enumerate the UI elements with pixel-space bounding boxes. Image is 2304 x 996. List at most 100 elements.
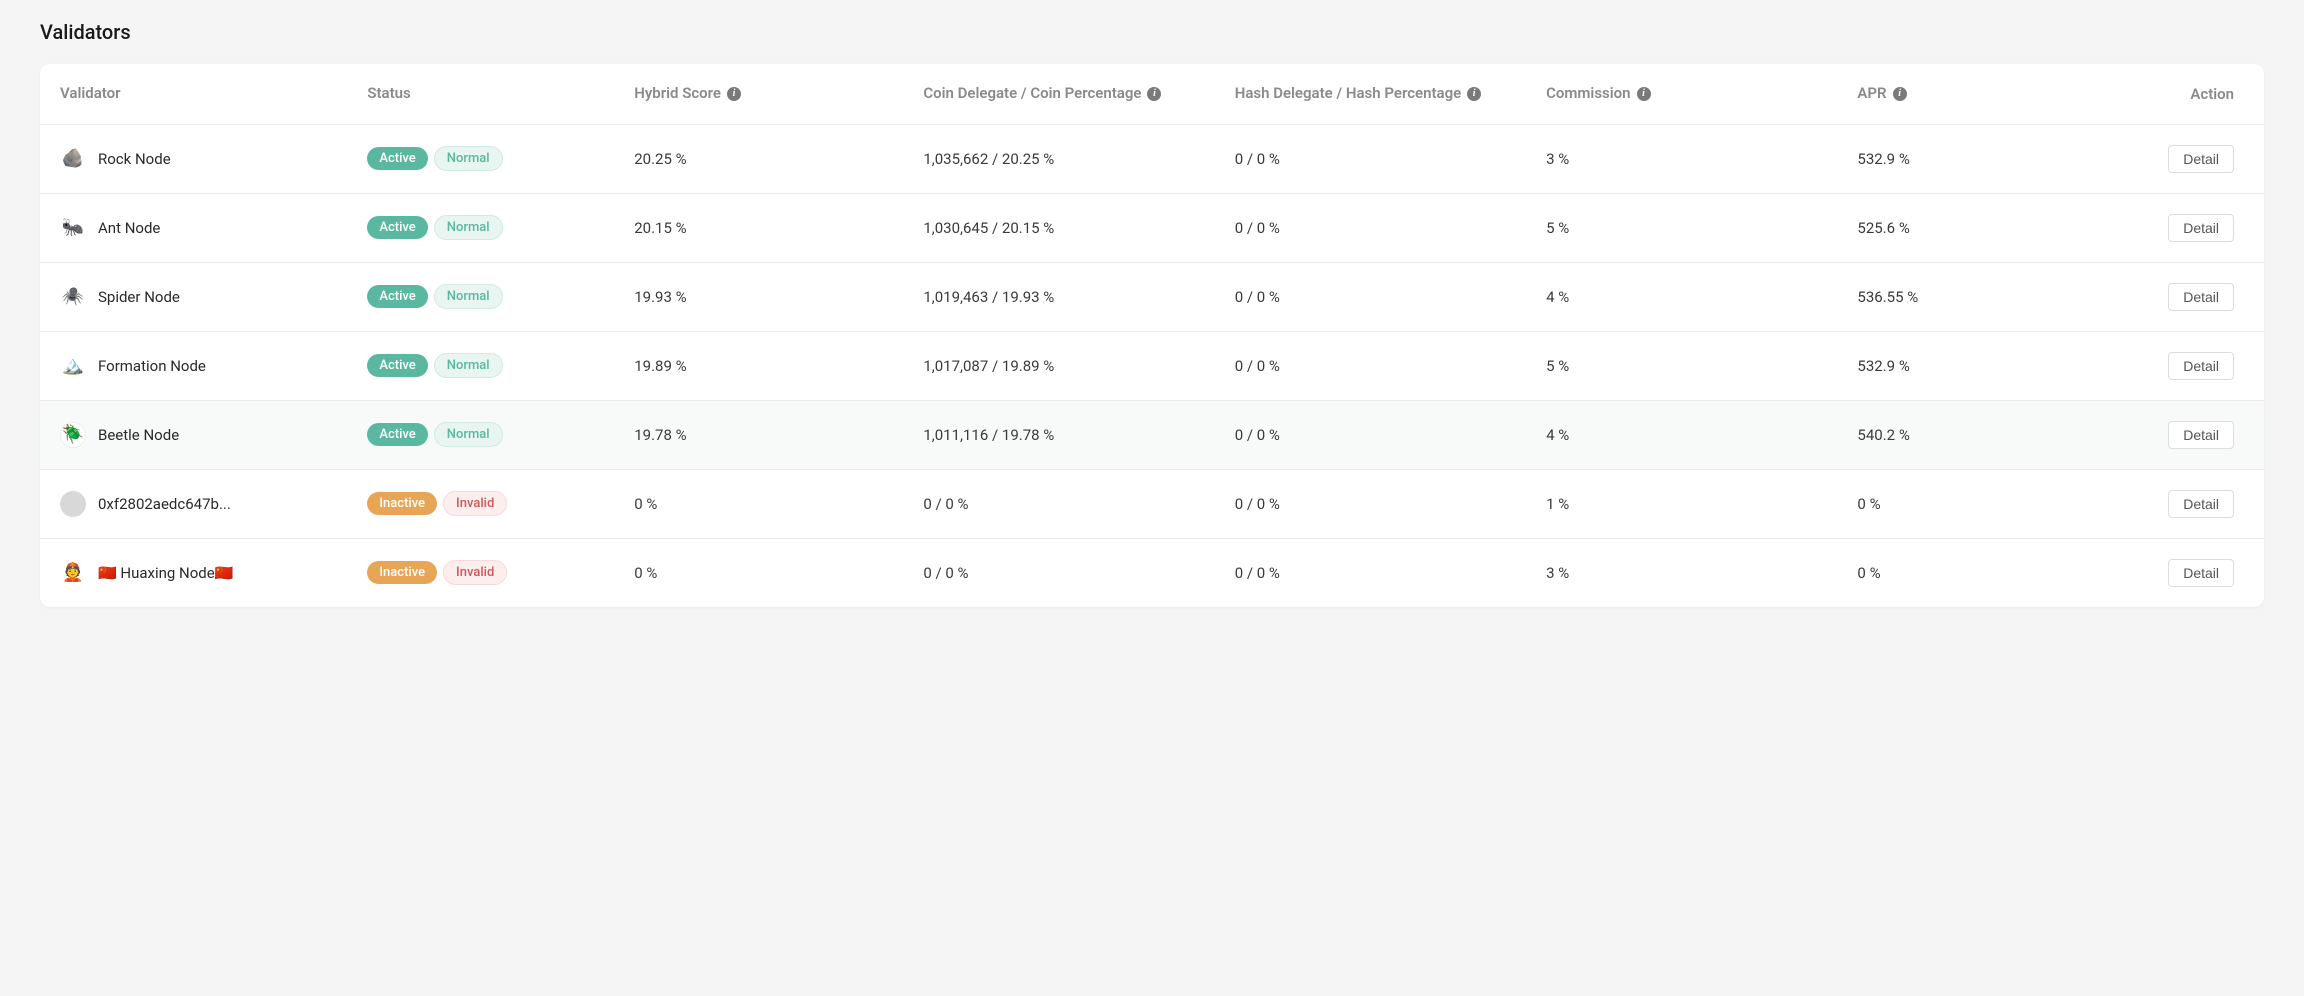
commission-cell: 5 %: [1530, 193, 1841, 262]
status-cell: ActiveNormal: [351, 331, 618, 400]
sub-status-badge: Normal: [434, 284, 503, 309]
header-status: Status: [351, 64, 618, 124]
validator-icon: 👲: [60, 560, 86, 586]
header-apr: APR i: [1841, 64, 2108, 124]
status-badge: Inactive: [367, 561, 437, 584]
hybrid-score-cell: 0 %: [618, 469, 907, 538]
commission-cell: 4 %: [1530, 400, 1841, 469]
sub-status-badge: Invalid: [443, 491, 507, 516]
table-row: 0xf2802aedc647b...InactiveInvalid0 %0 / …: [40, 469, 2264, 538]
validator-cell: 0xf2802aedc647b...: [40, 469, 351, 538]
validator-name: 0xf2802aedc647b...: [98, 495, 231, 513]
header-status-label: Status: [367, 84, 410, 104]
table-row: 🐜Ant NodeActiveNormal20.15 %1,030,645 / …: [40, 193, 2264, 262]
coin-delegate-cell: 1,030,645 / 20.15 %: [907, 193, 1218, 262]
status-cell: Inactive Invalid: [351, 469, 618, 538]
validator-cell: 🕷️ Spider Node: [40, 262, 351, 331]
detail-button[interactable]: Detail: [2168, 559, 2234, 587]
table-header-row: Validator Status Hybrid Score i Coin Del…: [40, 64, 2264, 124]
info-icon[interactable]: i: [1893, 87, 1907, 101]
validator-name: Spider Node: [98, 288, 180, 306]
validator-icon: 🪲: [60, 422, 86, 448]
hybrid-score-cell: 19.93 %: [618, 262, 907, 331]
coin-delegate-cell: 1,035,662 / 20.25 %: [907, 124, 1218, 193]
detail-button[interactable]: Detail: [2168, 283, 2234, 311]
header-action-label: Action: [2190, 85, 2234, 103]
detail-button[interactable]: Detail: [2168, 145, 2234, 173]
hash-delegate-cell: 0 / 0 %: [1219, 124, 1530, 193]
status-cell: Inactive Invalid: [351, 538, 618, 607]
status-cell: Active Normal: [351, 124, 618, 193]
header-commission-label: Commission: [1546, 84, 1630, 104]
header-hash-delegate: Hash Delegate / Hash Percentage i: [1219, 64, 1530, 124]
sub-status-badge: Invalid: [443, 560, 507, 585]
hash-delegate-cell: 0 / 0 %: [1219, 469, 1530, 538]
info-icon[interactable]: i: [1637, 87, 1651, 101]
action-cell: Detail: [2108, 469, 2264, 538]
commission-cell: 3 %: [1530, 124, 1841, 193]
validator-icon: 🏔️: [60, 353, 86, 379]
header-hybrid-label: Hybrid Score: [634, 84, 721, 104]
hybrid-score-cell: 19.78 %: [618, 400, 907, 469]
detail-button[interactable]: Detail: [2168, 490, 2234, 518]
apr-cell: 536.55 %: [1841, 262, 2108, 331]
validator-cell: 🪨Rock Node: [40, 124, 351, 193]
info-icon[interactable]: i: [1467, 87, 1481, 101]
header-validator: Validator: [40, 64, 351, 124]
validator-icon: 🕷️: [60, 284, 86, 310]
hash-delegate-cell: 0 / 0 %: [1219, 331, 1530, 400]
validator-name: Formation Node: [98, 357, 206, 375]
apr-cell: 0 %: [1841, 538, 2108, 607]
sub-status-badge: Normal: [434, 146, 503, 171]
status-badge: Active: [367, 285, 427, 308]
header-coin-label: Coin Delegate / Coin Percentage: [923, 84, 1141, 104]
coin-delegate-cell: 0 / 0 %: [907, 538, 1218, 607]
status-cell: ActiveNormal: [351, 193, 618, 262]
validators-table: Validator Status Hybrid Score i Coin Del…: [40, 64, 2264, 607]
coin-delegate-cell: 1,011,116 / 19.78 %: [907, 400, 1218, 469]
coin-delegate-cell: 1,019,463 / 19.93 %: [907, 262, 1218, 331]
status-badge: Active: [367, 147, 427, 170]
detail-button[interactable]: Detail: [2168, 421, 2234, 449]
header-action: Action: [2108, 64, 2264, 124]
apr-cell: 532.9 %: [1841, 331, 2108, 400]
table-row: 🕷️ Spider Node Active Normal 19.93 %1,019,46…: [40, 262, 2264, 331]
hybrid-score-cell: 20.15 %: [618, 193, 907, 262]
validator-icon: 🐜: [60, 215, 86, 241]
detail-button[interactable]: Detail: [2168, 214, 2234, 242]
coin-delegate-cell: 1,017,087 / 19.89 %: [907, 331, 1218, 400]
validator-icon: [60, 491, 86, 517]
validators-card: Validator Status Hybrid Score i Coin Del…: [40, 64, 2264, 607]
hybrid-score-cell: 20.25 %: [618, 124, 907, 193]
detail-button[interactable]: Detail: [2168, 352, 2234, 380]
action-cell: Detail: [2108, 331, 2264, 400]
hybrid-score-cell: 19.89 %: [618, 331, 907, 400]
hash-delegate-cell: 0 / 0 %: [1219, 262, 1530, 331]
action-cell: Detail: [2108, 538, 2264, 607]
action-cell: Detail: [2108, 124, 2264, 193]
status-badge: Active: [367, 216, 427, 239]
hash-delegate-cell: 0 / 0 %: [1219, 193, 1530, 262]
status-badge: Inactive: [367, 492, 437, 515]
validator-cell: 👲 🇨🇳 Huaxing Node🇨🇳: [40, 538, 351, 607]
header-apr-label: APR: [1857, 84, 1886, 104]
coin-delegate-cell: 0 / 0 %: [907, 469, 1218, 538]
info-icon[interactable]: i: [727, 87, 741, 101]
commission-cell: 5 %: [1530, 331, 1841, 400]
hybrid-score-cell: 0 %: [618, 538, 907, 607]
table-row: 🏔️ Formation Node ActiveNormal19.89 %1,017…: [40, 331, 2264, 400]
hash-delegate-cell: 0 / 0 %: [1219, 400, 1530, 469]
header-hash-label: Hash Delegate / Hash Percentage: [1235, 84, 1461, 104]
header-hybrid-score: Hybrid Score i: [618, 64, 907, 124]
table-row: 👲🇨🇳 Huaxing Node🇨🇳InactiveInvalid0 %0 / …: [40, 538, 2264, 607]
action-cell: Detail: [2108, 262, 2264, 331]
commission-cell: 4 %: [1530, 262, 1841, 331]
sub-status-badge: Normal: [434, 353, 503, 378]
info-icon[interactable]: i: [1147, 87, 1161, 101]
table-row: 🪲Beetle NodeActiveNormal19.78 %1,011,116…: [40, 400, 2264, 469]
header-coin-delegate: Coin Delegate / Coin Percentage i: [907, 64, 1218, 124]
status-cell: Active Normal: [351, 262, 618, 331]
commission-cell: 1 %: [1530, 469, 1841, 538]
validator-cell: 🪲Beetle Node: [40, 400, 351, 469]
validator-name: 🇨🇳 Huaxing Node🇨🇳: [98, 564, 233, 582]
